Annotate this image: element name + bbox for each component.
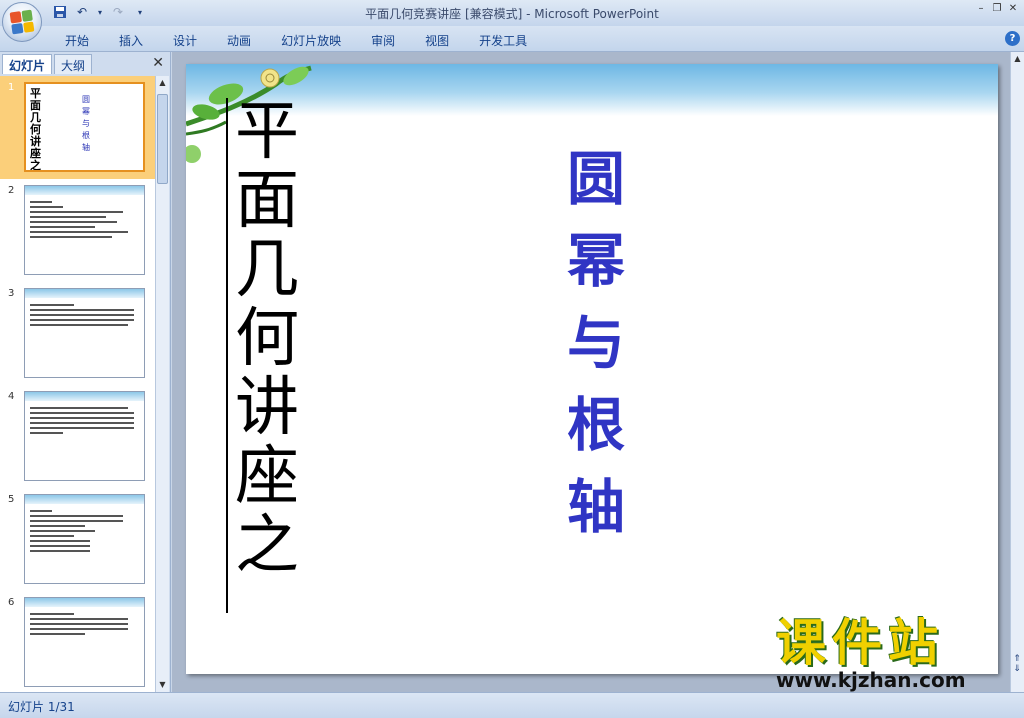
tab-developer[interactable]: 开发工具 (464, 30, 542, 51)
slide-number: 5 (8, 494, 15, 505)
title-bar: ↶ ▾ ↷ ▾ 平面几何竞赛讲座 [兼容模式] - Microsoft Powe… (0, 0, 1024, 26)
slide-editor: 平面几何讲座之 圆幂与根轴 ▲ ⇑ ⇓ (172, 52, 1024, 692)
thumbnail-scrollbar[interactable]: ▲ ▼ (155, 76, 169, 692)
slide-title: 平面几何讲座之 (235, 95, 299, 583)
title-placeholder[interactable]: 平面几何讲座之 (226, 98, 304, 613)
tab-slideshow[interactable]: 幻灯片放映 (266, 30, 356, 51)
office-logo-icon (9, 9, 35, 35)
thumbnail-image (24, 391, 145, 481)
close-icon[interactable]: ✕ (1006, 2, 1020, 16)
thumbnail-image (24, 494, 145, 584)
slide-thumbnail[interactable]: 6 (0, 591, 155, 692)
scroll-up-icon[interactable]: ▲ (1011, 52, 1024, 66)
slide-thumbnail[interactable]: 1 平面几何讲座之 圆幂与根轴 (0, 76, 155, 179)
watermark-url: www.kjzhan.com (776, 668, 966, 692)
slide-indicator: 幻灯片 1/31 (8, 700, 75, 714)
previous-slide-icon[interactable]: ⇑ (1010, 654, 1024, 664)
thumbnail-subtitle: 圆幂与根轴 (82, 95, 90, 152)
slide-number: 6 (8, 597, 15, 608)
thumbnail-image (24, 597, 145, 687)
slide-thumbnail[interactable]: 3 (0, 282, 155, 385)
tab-outline[interactable]: 大纲 (54, 54, 93, 74)
slide-canvas[interactable]: 平面几何讲座之 圆幂与根轴 (186, 64, 998, 674)
tab-home[interactable]: 开始 (50, 30, 104, 51)
slide-thumbnail[interactable]: 2 (0, 179, 155, 282)
tab-slides[interactable]: 幻灯片 (2, 54, 53, 74)
watermark: 课件站 www.kjzhan.com (776, 617, 1006, 691)
tab-review[interactable]: 审阅 (356, 30, 410, 51)
ribbon: 开始 插入 设计 动画 幻灯片放映 审阅 视图 开发工具 ? (0, 26, 1024, 52)
thumbnail-list: 1 平面几何讲座之 圆幂与根轴 2 3 4 5 6 (0, 76, 155, 692)
slide-number: 3 (8, 288, 15, 299)
tab-view[interactable]: 视图 (410, 30, 464, 51)
ribbon-tabs: 开始 插入 设计 动画 幻灯片放映 审阅 视图 开发工具 (50, 30, 542, 51)
slide-thumbnail[interactable]: 5 (0, 488, 155, 591)
thumbnail-image (24, 185, 145, 275)
thumbnail-image: 平面几何讲座之 圆幂与根轴 (24, 82, 145, 172)
help-icon[interactable]: ? (1005, 31, 1020, 46)
scroll-down-icon[interactable]: ▼ (156, 678, 169, 692)
slide-navigation: ⇑ ⇓ (1010, 654, 1024, 674)
minimize-icon[interactable]: – (974, 2, 988, 16)
tab-insert[interactable]: 插入 (104, 30, 158, 51)
window-title: 平面几何竞赛讲座 [兼容模式] - Microsoft PowerPoint (365, 7, 659, 21)
thumbnail-image (24, 288, 145, 378)
window-controls: – ❐ ✕ (974, 2, 1020, 16)
thumbnail-title: 平面几何讲座之 (30, 87, 41, 172)
office-button[interactable] (2, 2, 42, 42)
slide-number: 1 (8, 82, 15, 93)
scrollbar-thumb[interactable] (157, 94, 168, 184)
tab-animations[interactable]: 动画 (212, 30, 266, 51)
restore-icon[interactable]: ❐ (990, 2, 1004, 16)
status-bar: 幻灯片 1/31 (0, 692, 1024, 718)
panel-tabs: 幻灯片 大纲 (2, 54, 94, 74)
close-panel-icon[interactable]: ✕ (152, 55, 164, 71)
slide-thumbnail[interactable]: 4 (0, 385, 155, 488)
slide-number: 4 (8, 391, 15, 402)
slide-subtitle[interactable]: 圆幂与根轴 (556, 138, 636, 548)
slide-scrollbar[interactable]: ▲ ⇑ ⇓ (1010, 52, 1024, 692)
next-slide-icon[interactable]: ⇓ (1010, 664, 1024, 674)
tab-design[interactable]: 设计 (158, 30, 212, 51)
slide-number: 2 (8, 185, 15, 196)
scroll-up-icon[interactable]: ▲ (156, 76, 169, 90)
watermark-brand: 课件站 (776, 614, 944, 672)
slides-panel: 幻灯片 大纲 ✕ 1 平面几何讲座之 圆幂与根轴 2 3 4 5 6 ▲ ▼ (0, 52, 171, 692)
